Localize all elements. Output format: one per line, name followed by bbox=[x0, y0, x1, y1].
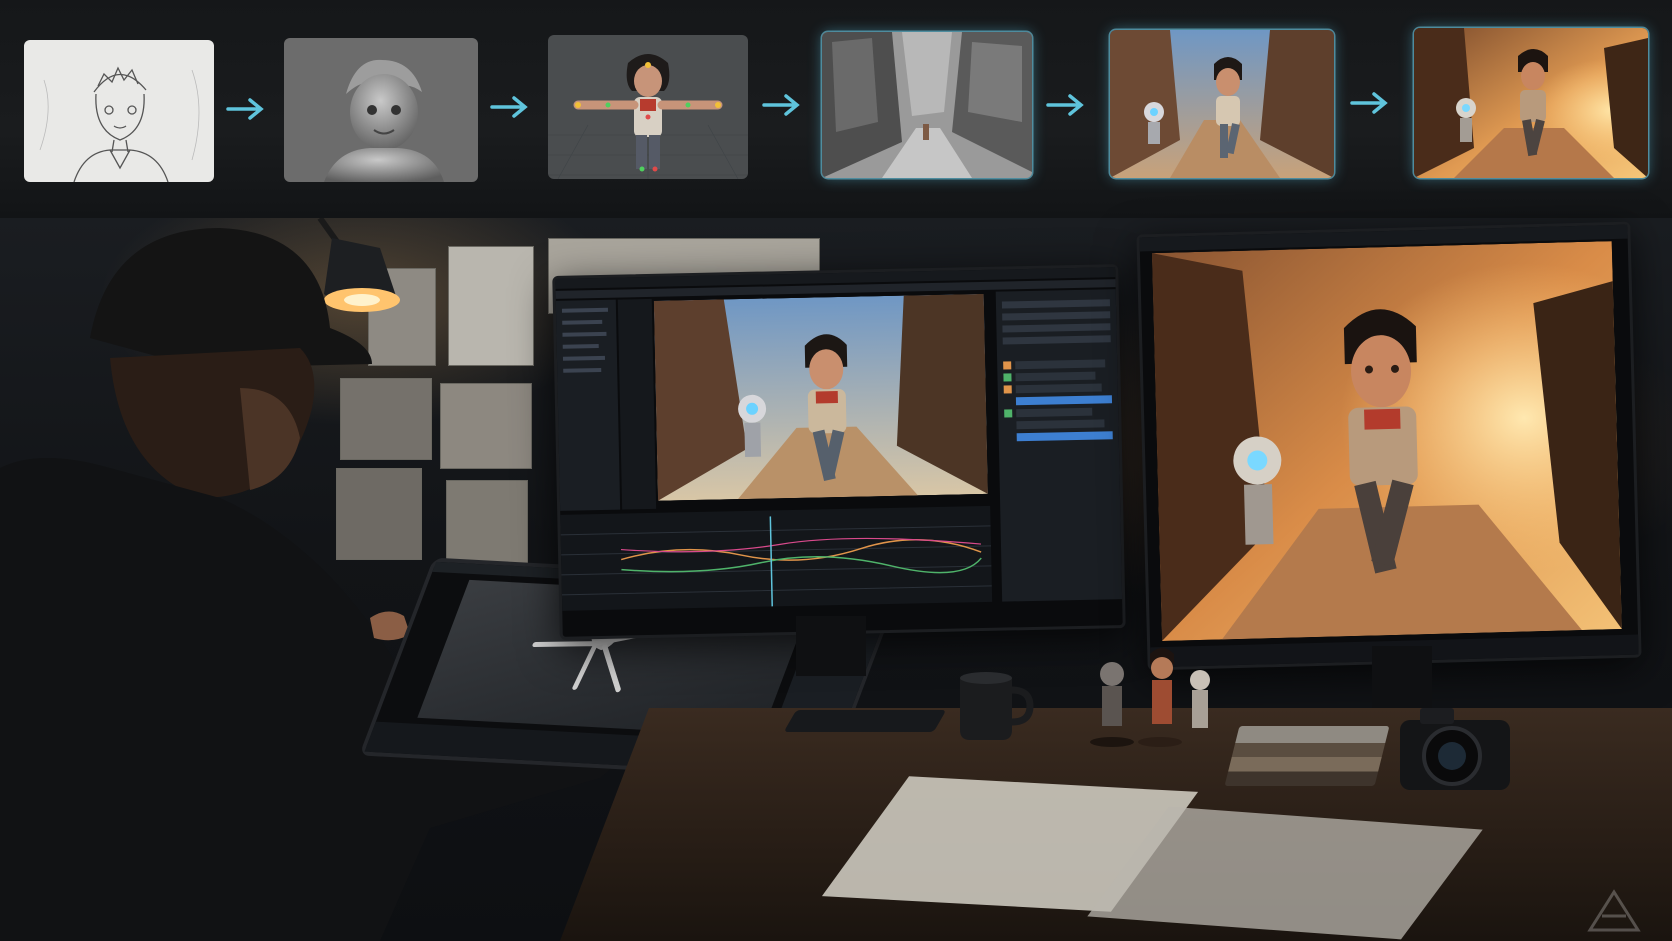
layout-blockout-icon bbox=[822, 32, 1032, 178]
watermark-logo-icon bbox=[1587, 889, 1641, 932]
right-monitor bbox=[1136, 221, 1642, 671]
keyframe-track-icon bbox=[560, 516, 992, 607]
animation-icon bbox=[1110, 30, 1334, 178]
book-stack bbox=[1224, 726, 1390, 786]
keyboard[interactable] bbox=[783, 710, 947, 732]
center-monitor-stand bbox=[796, 616, 866, 676]
pipeline-strip bbox=[0, 0, 1672, 218]
figurines-icon bbox=[1090, 648, 1210, 747]
tool-panel[interactable] bbox=[617, 298, 657, 510]
camera-icon bbox=[1400, 708, 1510, 790]
final-render-frame-icon bbox=[1151, 241, 1622, 642]
stage-sculpt-frame bbox=[284, 38, 478, 182]
stage-layout-frame bbox=[822, 32, 1032, 178]
center-monitor bbox=[552, 264, 1126, 640]
stage-rig-frame bbox=[548, 35, 748, 179]
outliner-list-icon bbox=[561, 307, 609, 373]
final-render-viewport[interactable] bbox=[1151, 241, 1626, 643]
pencil-sketch-icon bbox=[39, 66, 200, 182]
rigging-icon bbox=[548, 54, 748, 179]
animation-frame-icon bbox=[653, 293, 988, 501]
stage-animation-frame bbox=[1110, 30, 1334, 178]
stage-sketch-frame bbox=[24, 40, 214, 182]
layers-list-icon bbox=[1001, 299, 1113, 442]
render-viewport[interactable] bbox=[653, 293, 988, 501]
coffee-mug-icon bbox=[960, 672, 1034, 740]
arrow-icon bbox=[490, 96, 528, 118]
stage-final-frame bbox=[1414, 28, 1648, 178]
clay-sculpt-icon bbox=[324, 59, 444, 182]
arrow-icon bbox=[226, 98, 264, 120]
layers-panel[interactable] bbox=[995, 289, 1123, 602]
arrow-icon bbox=[1350, 92, 1388, 114]
arrow-icon bbox=[762, 94, 800, 116]
final-render-icon bbox=[1414, 28, 1648, 178]
outliner-panel[interactable] bbox=[555, 299, 621, 511]
animation-studio-scene bbox=[0, 218, 1672, 941]
arrow-icon bbox=[1046, 94, 1084, 116]
timeline-panel[interactable] bbox=[560, 505, 993, 611]
